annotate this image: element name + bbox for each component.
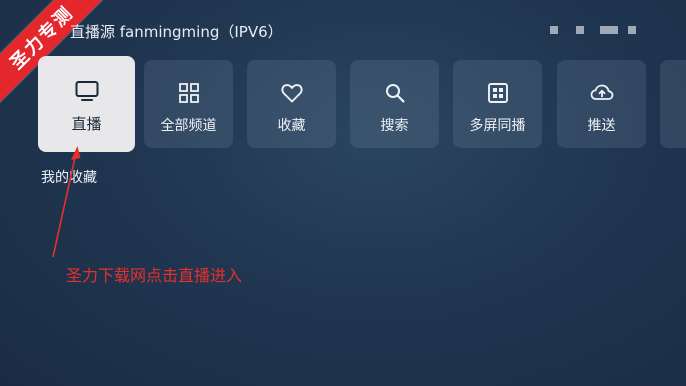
heart-icon — [280, 84, 303, 103]
menu-tile-live[interactable]: 直播 — [38, 56, 135, 152]
menu-tile-label: 收藏 — [277, 118, 306, 134]
menu-tile-label: 全部频道 — [160, 118, 217, 134]
menu-tile-search[interactable]: 搜索 — [350, 60, 439, 148]
menu-tile-all-channels[interactable]: 全部频道 — [144, 60, 233, 148]
main-menu: 直播 全部频道 收藏 搜索 多屏同播 推送 — [38, 56, 686, 152]
status-icon-2 — [576, 26, 584, 34]
search-icon — [385, 84, 405, 103]
my-favorites-heading: 我的收藏 — [41, 170, 97, 186]
annotation-text: 圣力下载网点击直播进入 — [66, 266, 243, 285]
status-icon-4 — [628, 26, 636, 34]
menu-tile-label: 搜索 — [380, 118, 409, 134]
status-icons — [548, 26, 638, 36]
menu-tile-label: 直播 — [71, 115, 102, 133]
menu-tile-label: 多屏同播 — [469, 118, 526, 134]
status-icon-3 — [600, 26, 618, 34]
menu-tile-next-partial[interactable] — [660, 60, 686, 148]
tv-icon — [75, 81, 98, 101]
menu-tile-favorites[interactable]: 收藏 — [247, 60, 336, 148]
status-icon-1 — [550, 26, 558, 34]
menu-tile-push[interactable]: 推送 — [557, 60, 646, 148]
menu-tile-label: 推送 — [587, 118, 616, 134]
multiscreen-icon — [487, 83, 508, 103]
live-source-title: 直播源 fanmingming（IPV6） — [70, 23, 283, 41]
grid-icon — [178, 83, 199, 103]
cloud-upload-icon — [590, 84, 613, 100]
menu-tile-multiscreen[interactable]: 多屏同播 — [453, 60, 542, 148]
